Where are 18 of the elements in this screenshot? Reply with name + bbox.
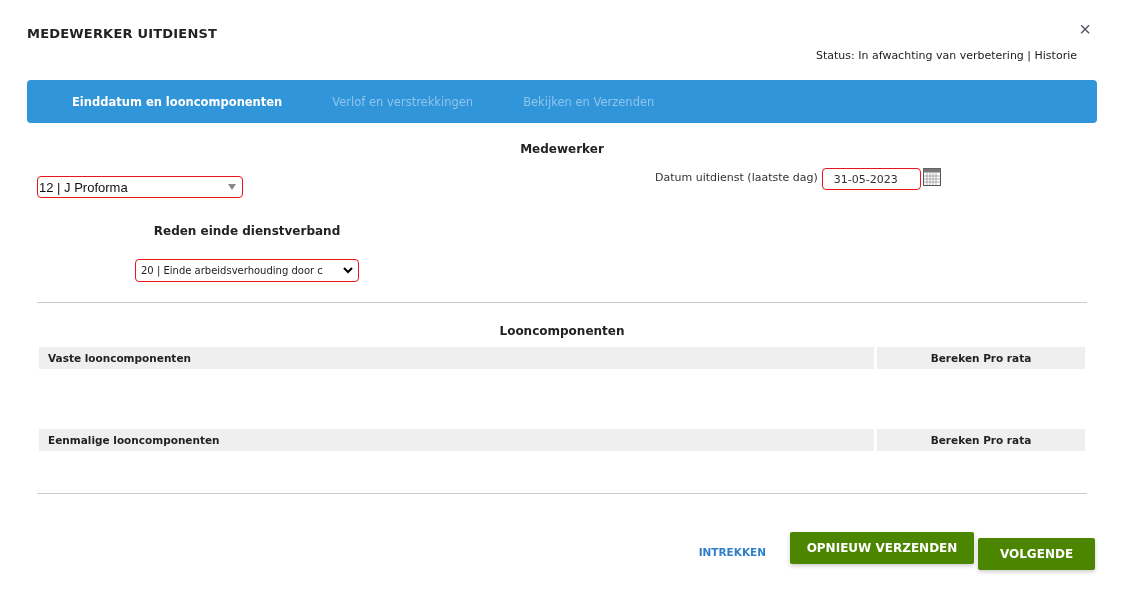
withdraw-link[interactable]: INTREKKEN xyxy=(692,545,772,559)
step-tab[interactable]: Einddatum en looncomponenten xyxy=(67,94,288,109)
field-label: Datum uitdienst (laatste dag) xyxy=(655,171,818,184)
date-field[interactable]: 31-05-2023 xyxy=(821,168,921,190)
dialog-title: MEDEWERKER UITDIENST xyxy=(27,26,218,41)
column-header: Bereken Pro rata xyxy=(877,429,1085,451)
section-heading: Reden einde dienstverband xyxy=(153,224,341,238)
next-button[interactable]: VOLGENDE xyxy=(978,538,1095,570)
section-heading: Looncomponenten xyxy=(498,324,626,338)
column-header: Bereken Pro rata xyxy=(877,347,1085,369)
reason-select[interactable]: 20 | Einde arbeidsverhouding door c xyxy=(135,259,359,282)
close-button[interactable]: × xyxy=(1079,18,1097,41)
employee-select[interactable]: 12 | J Proforma xyxy=(37,176,243,198)
column-header: Vaste looncomponenten xyxy=(39,347,874,369)
column-header: Eenmalige looncomponenten xyxy=(39,429,874,451)
resend-button[interactable]: OPNIEUW VERZENDEN xyxy=(790,532,974,564)
status-text: Status: In afwachting van verbetering | Historie xyxy=(816,49,1077,62)
section-heading: Medewerker xyxy=(519,142,605,156)
